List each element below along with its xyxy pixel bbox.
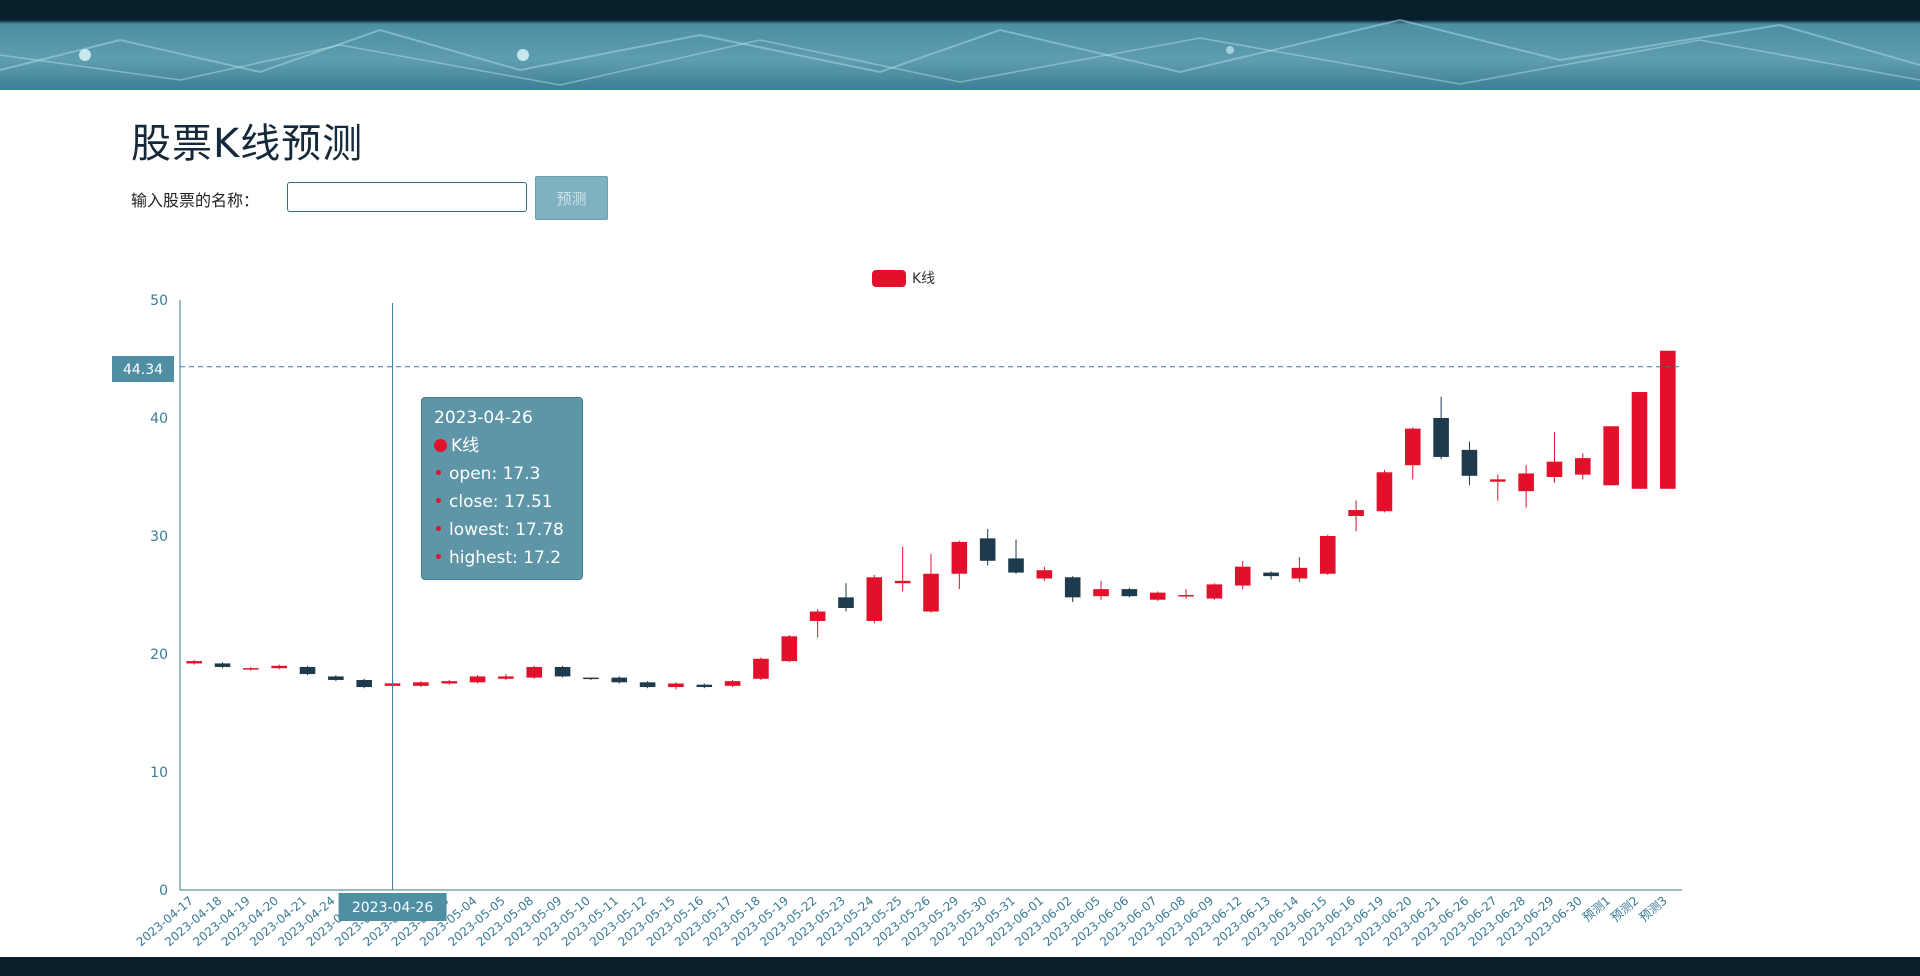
tooltip-highest-value: 17.2 bbox=[523, 548, 562, 568]
tooltip-row-open: open: 17.3 bbox=[434, 460, 570, 488]
y-tick-label: 0 bbox=[159, 883, 168, 899]
candle-body[interactable] bbox=[894, 580, 911, 584]
legend-swatch[interactable] bbox=[872, 270, 906, 287]
candle-body[interactable] bbox=[838, 597, 854, 608]
legend-label[interactable]: K线 bbox=[912, 271, 935, 287]
candle-body[interactable] bbox=[1404, 428, 1421, 466]
chart-tooltip: 2023-04-26 K线 open: 17.3 close: 17.51 lo… bbox=[421, 397, 583, 580]
candle-body[interactable] bbox=[1376, 472, 1393, 512]
candle-body[interactable] bbox=[1291, 567, 1308, 579]
crosshair-y-label: 44.34 bbox=[123, 362, 163, 378]
bullet-icon bbox=[436, 526, 441, 531]
candle-body[interactable] bbox=[1178, 595, 1194, 597]
y-tick-label: 30 bbox=[150, 529, 168, 545]
y-tick-label: 40 bbox=[150, 411, 168, 427]
y-tick-label: 10 bbox=[150, 765, 168, 781]
candle-body[interactable] bbox=[1660, 350, 1676, 489]
candle-body[interactable] bbox=[413, 682, 429, 686]
candle-body[interactable] bbox=[668, 683, 684, 688]
tooltip-close-value: 17.51 bbox=[503, 492, 553, 512]
tooltip-row-close: close: 17.51 bbox=[434, 488, 570, 516]
tooltip-date: 2023-04-26 bbox=[434, 408, 533, 428]
candle-body[interactable] bbox=[1461, 449, 1478, 476]
candle-body[interactable] bbox=[1319, 536, 1336, 574]
tooltip-series: K线 bbox=[434, 432, 570, 460]
x-tick-label: 预测3 bbox=[1637, 894, 1670, 925]
tooltip-series-name: K线 bbox=[451, 436, 480, 456]
candle-body[interactable] bbox=[1008, 558, 1024, 573]
candle-body[interactable] bbox=[753, 658, 769, 679]
candle-body[interactable] bbox=[1546, 461, 1563, 477]
candle-body[interactable] bbox=[186, 661, 202, 664]
candle-body[interactable] bbox=[328, 676, 344, 680]
bullet-icon bbox=[436, 470, 441, 475]
y-tick-label: 20 bbox=[150, 647, 168, 663]
candle-body[interactable] bbox=[1489, 479, 1506, 482]
candle-body[interactable] bbox=[356, 679, 373, 688]
candle-body[interactable] bbox=[809, 611, 826, 621]
candle-body[interactable] bbox=[1093, 589, 1109, 597]
candle-body[interactable] bbox=[1206, 584, 1223, 599]
candle-body[interactable] bbox=[469, 676, 486, 683]
crosshair-x-label: 2023-04-26 bbox=[352, 900, 433, 916]
candle-body[interactable] bbox=[1036, 570, 1053, 579]
tooltip-highest-label: highest bbox=[449, 548, 513, 568]
kline-chart: K线 01020304050 2023-04-172023-04-182023-… bbox=[112, 270, 1682, 949]
candle-body[interactable] bbox=[583, 677, 599, 680]
tooltip-row-lowest: lowest: 17.78 bbox=[434, 516, 570, 544]
candle-body[interactable] bbox=[498, 676, 514, 679]
candle-body[interactable] bbox=[979, 538, 996, 561]
candle-body[interactable] bbox=[1575, 458, 1591, 475]
series-marker-icon bbox=[434, 439, 447, 452]
candle-body[interactable] bbox=[923, 573, 939, 612]
tooltip-lowest-label: lowest bbox=[449, 520, 505, 540]
x-tick-label: 预测2 bbox=[1608, 894, 1641, 925]
candle-body[interactable] bbox=[639, 682, 656, 688]
candle-body[interactable] bbox=[781, 636, 798, 662]
candle-body[interactable] bbox=[1064, 577, 1081, 598]
tooltip-open-label: open bbox=[449, 464, 492, 484]
y-tick-label: 50 bbox=[150, 293, 168, 309]
candle-body[interactable] bbox=[554, 666, 571, 677]
candle-body[interactable] bbox=[1149, 592, 1166, 600]
candle-body[interactable] bbox=[441, 681, 458, 684]
candle-body[interactable] bbox=[1603, 426, 1619, 486]
candle-body[interactable] bbox=[696, 684, 713, 688]
candle-body[interactable] bbox=[271, 665, 287, 669]
candle-body[interactable] bbox=[299, 666, 316, 675]
bullet-icon bbox=[436, 554, 441, 559]
candle-body[interactable] bbox=[1263, 572, 1279, 577]
candle-body[interactable] bbox=[214, 663, 231, 667]
candle-body[interactable] bbox=[951, 541, 968, 574]
candle-body[interactable] bbox=[611, 677, 628, 683]
y-ticks: 0 10 20 30 40 50 bbox=[150, 293, 168, 899]
candle-body[interactable] bbox=[866, 577, 883, 621]
candle-body[interactable] bbox=[1348, 510, 1364, 516]
bullet-icon bbox=[436, 498, 441, 503]
candle-body[interactable] bbox=[1631, 392, 1648, 489]
tooltip-lowest-value: 17.78 bbox=[515, 520, 564, 540]
candle-body[interactable] bbox=[1518, 473, 1534, 492]
candles bbox=[186, 350, 1676, 690]
candle-body[interactable] bbox=[1121, 589, 1138, 597]
tooltip-close-label: close bbox=[449, 492, 493, 512]
tooltip-row-highest: highest: 17.2 bbox=[434, 544, 570, 572]
candle-body[interactable] bbox=[243, 668, 259, 670]
tooltip-open-value: 17.3 bbox=[502, 464, 541, 484]
candle-body[interactable] bbox=[724, 681, 741, 686]
candle-body[interactable] bbox=[1433, 418, 1449, 457]
candle-body[interactable] bbox=[526, 666, 543, 678]
bottom-bar bbox=[0, 957, 1920, 976]
candle-body[interactable] bbox=[1234, 566, 1251, 586]
x-tick-label: 预测1 bbox=[1580, 894, 1613, 925]
